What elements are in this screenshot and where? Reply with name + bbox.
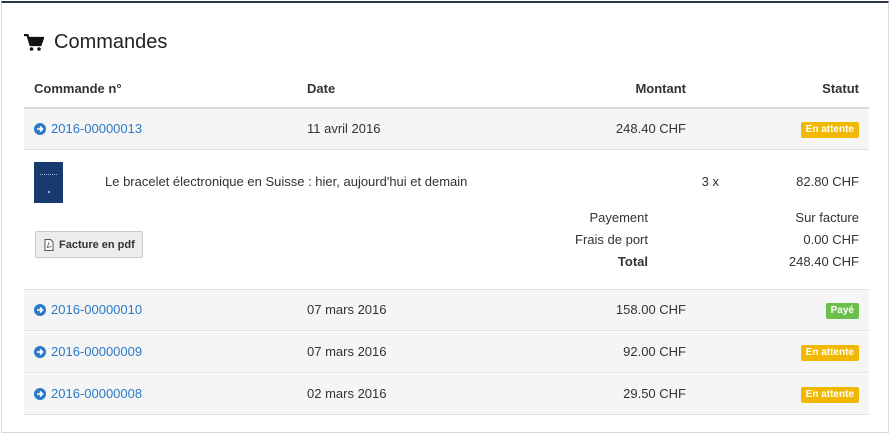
arrow-circle-right-icon — [34, 303, 46, 316]
status-badge: En attente — [800, 345, 859, 361]
order-number: 2016-00000013 — [51, 121, 143, 136]
order-amount: 92.00 CHF — [623, 344, 686, 359]
order-amount: 248.40 CHF — [615, 121, 686, 136]
order-number: 2016-00000010 — [51, 302, 143, 317]
item-price: 82.80 CHF — [796, 174, 859, 189]
status-badge: En attente — [800, 387, 859, 403]
table-row[interactable]: 2016-00000009 07 mars 2016 92.00 CHF En … — [24, 332, 869, 373]
table-header: Commande n° Date Montant Statut — [24, 75, 869, 109]
table-row[interactable]: 2016-00000013 11 avril 2016 248.40 CHF E… — [24, 109, 869, 150]
pdf-invoice-button[interactable]: Facture en pdf — [35, 231, 143, 258]
order-date: 07 mars 2016 — [307, 344, 387, 359]
title-text: Commandes — [54, 31, 168, 53]
orders-panel: Commandes Commande n° Date Montant Statu… — [1, 1, 889, 433]
order-amount: 158.00 CHF — [615, 302, 686, 317]
table-row[interactable]: 2016-00000010 07 mars 2016 158.00 CHF Pa… — [24, 290, 869, 331]
order-link[interactable]: 2016-00000010 — [34, 302, 142, 317]
pdf-file-icon — [44, 238, 54, 251]
status-badge: En attente — [800, 122, 859, 138]
order-number: 2016-00000008 — [51, 386, 143, 401]
total-value: 248.40 CHF — [788, 254, 859, 269]
order-number: 2016-00000009 — [51, 344, 143, 359]
book-cover-image — [34, 162, 63, 203]
item-quantity: 3 x — [701, 174, 719, 189]
order-date: 07 mars 2016 — [307, 302, 387, 317]
col-status: Statut — [822, 81, 859, 96]
arrow-circle-right-icon — [34, 122, 46, 135]
table-row[interactable]: 2016-00000008 02 mars 2016 29.50 CHF En … — [24, 374, 869, 415]
arrow-circle-right-icon — [34, 345, 46, 358]
arrow-circle-right-icon — [34, 387, 46, 400]
item-title: Le bracelet électronique en Suisse : hie… — [105, 174, 468, 189]
order-link[interactable]: 2016-00000009 — [34, 344, 142, 359]
shipping-value: 0.00 CHF — [803, 232, 859, 247]
col-amount: Montant — [635, 81, 686, 96]
col-date: Date — [307, 81, 336, 96]
order-date: 02 mars 2016 — [307, 386, 387, 401]
status-badge: Payé — [825, 303, 859, 319]
pdf-button-label: Facture en pdf — [59, 238, 135, 251]
order-link[interactable]: 2016-00000013 — [34, 121, 142, 136]
payment-label: Payement — [589, 210, 648, 225]
shipping-label: Frais de port — [575, 232, 648, 247]
order-amount: 29.50 CHF — [623, 386, 686, 401]
col-order-no: Commande n° — [34, 81, 122, 96]
order-link[interactable]: 2016-00000008 — [34, 386, 142, 401]
page-title: Commandes — [24, 31, 167, 54]
order-date: 11 avril 2016 — [307, 121, 381, 136]
total-label: Total — [617, 254, 648, 269]
order-detail: Le bracelet électronique en Suisse : hie… — [24, 151, 869, 290]
payment-value: Sur facture — [795, 210, 859, 225]
shopping-cart-icon — [24, 33, 44, 51]
